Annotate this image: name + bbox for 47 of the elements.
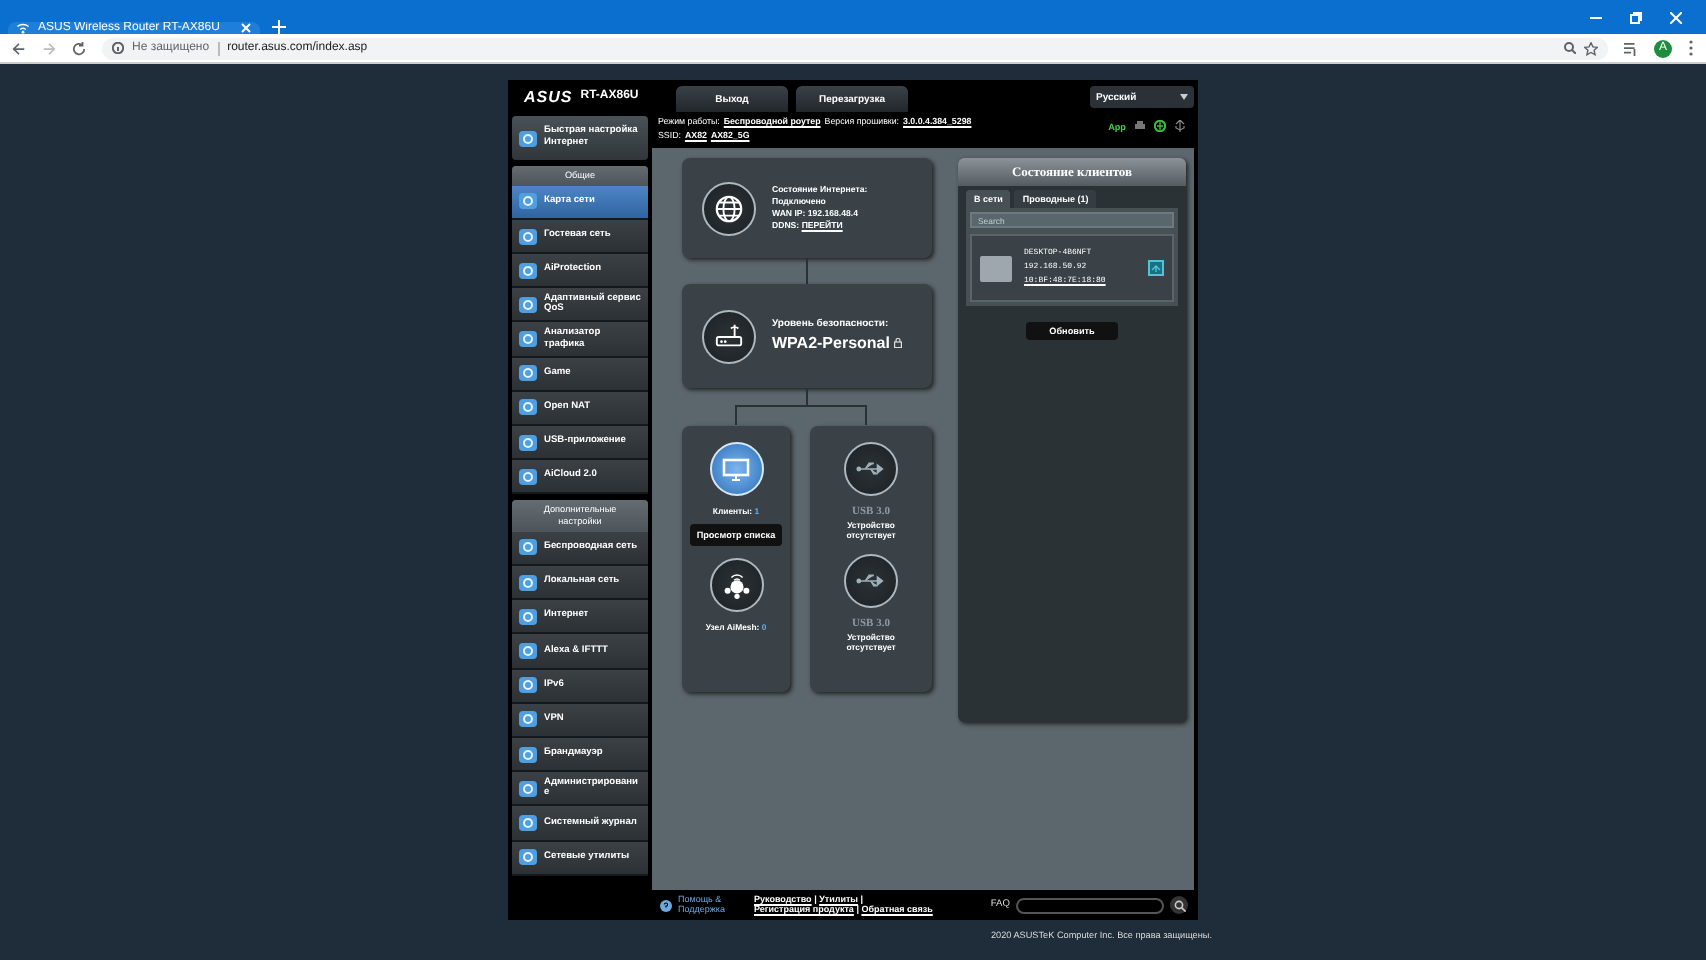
tile-icon — [518, 813, 538, 832]
caret-icon — [1180, 94, 1188, 100]
tile-icon — [518, 607, 538, 626]
mesh-node-icon — [721, 570, 751, 600]
faq-search-field[interactable] — [1016, 897, 1164, 913]
info-icon — [112, 42, 124, 54]
network-icon — [1148, 260, 1164, 276]
minimize-icon[interactable] — [1590, 11, 1602, 23]
lock-icon — [893, 338, 902, 348]
close-icon[interactable] — [240, 22, 252, 34]
tile-icon — [518, 398, 538, 417]
back-arrow-icon[interactable] — [12, 41, 26, 55]
search-button[interactable] — [1170, 896, 1188, 914]
more-menu-icon[interactable] — [1688, 40, 1694, 56]
tile-icon — [518, 745, 538, 764]
reload-icon[interactable] — [72, 41, 86, 55]
tile-icon — [518, 642, 538, 661]
tile-icon — [518, 192, 538, 211]
tile-icon — [518, 433, 538, 452]
brand-logo: ASUS — [524, 87, 573, 105]
tile-icon — [518, 227, 538, 246]
close-icon[interactable] — [1670, 11, 1682, 23]
tile-icon — [518, 573, 538, 592]
playlist-icon[interactable] — [1624, 41, 1638, 55]
tile-icon — [518, 364, 538, 383]
printer-icon[interactable] — [1134, 120, 1146, 132]
tile-icon — [518, 710, 538, 729]
router-icon — [714, 322, 744, 350]
star-icon[interactable] — [1584, 41, 1598, 55]
device-picture — [980, 255, 1012, 281]
monitor-icon — [722, 457, 750, 481]
tile-icon — [518, 676, 538, 695]
tile-icon — [518, 261, 538, 280]
tile-icon — [518, 129, 538, 147]
help-icon[interactable] — [660, 899, 672, 911]
maximize-icon[interactable] — [1630, 11, 1642, 23]
globe-icon — [714, 193, 744, 223]
tile-icon — [518, 295, 538, 314]
search-icon — [1173, 899, 1185, 911]
tile-icon — [518, 467, 538, 486]
zoom-icon[interactable] — [1564, 42, 1576, 54]
plus-icon[interactable] — [272, 20, 286, 34]
tile-icon — [518, 330, 538, 349]
tile-icon — [518, 538, 538, 557]
security-value: WPA2-Personal — [772, 331, 890, 355]
tile-icon — [518, 848, 538, 867]
tile-icon — [518, 779, 538, 798]
